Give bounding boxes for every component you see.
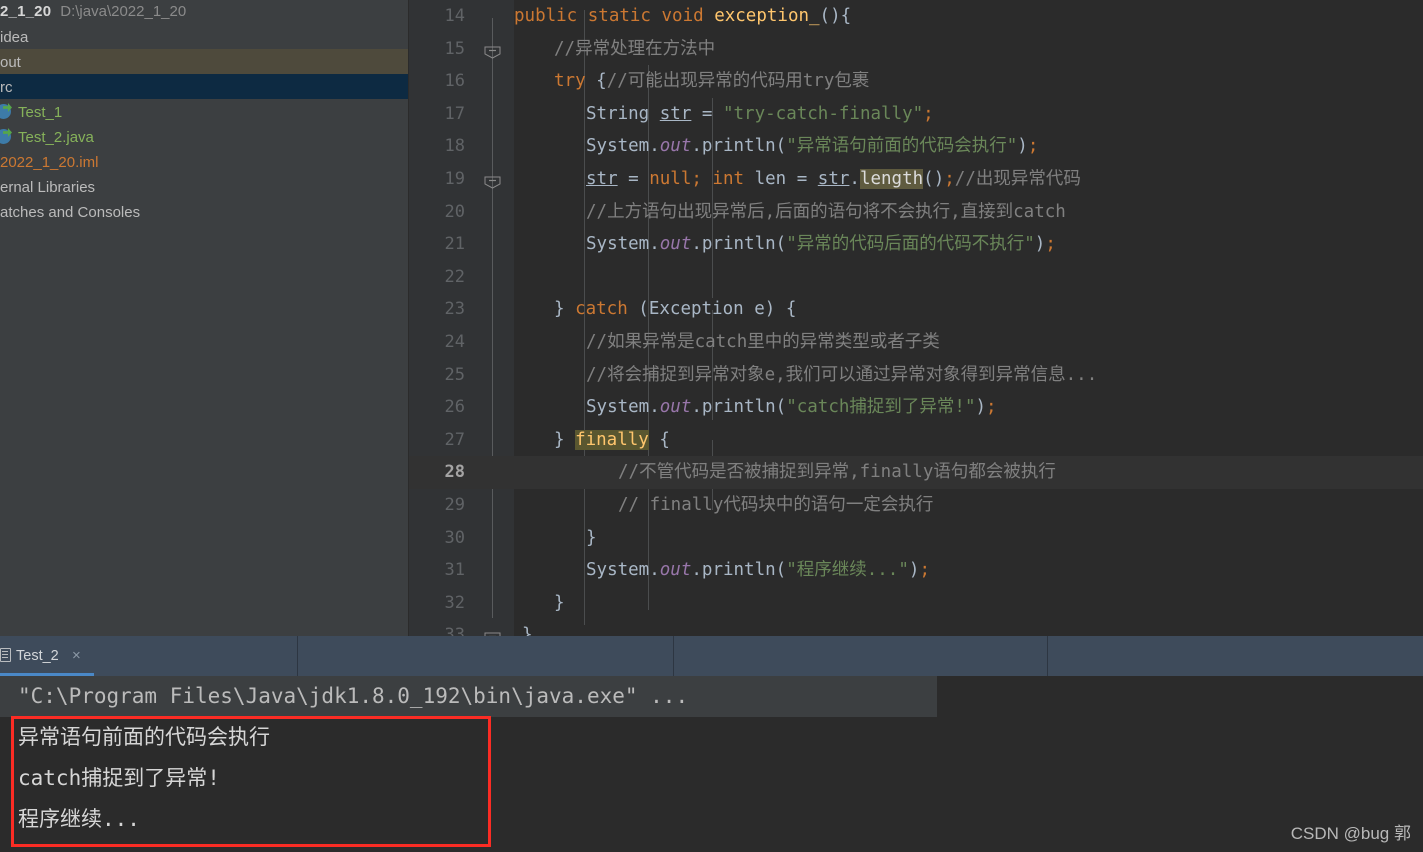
code-text: public static void exception_(){ bbox=[514, 6, 852, 26]
code-line[interactable]: 32 } bbox=[409, 587, 1423, 620]
line-number: 25 bbox=[444, 364, 465, 385]
code-text: str = null; int len = str.length();//出现异… bbox=[586, 169, 1081, 189]
line-number: 22 bbox=[444, 266, 465, 287]
console-output-line: 程序继续... bbox=[18, 807, 140, 831]
run-console[interactable]: "C:\Program Files\Java\jdk1.8.0_192\bin\… bbox=[0, 676, 1423, 852]
code-text: System.out.println("异常语句前面的代码会执行"); bbox=[586, 136, 1039, 157]
run-tool-window-tabbar[interactable]: Test_2 × bbox=[0, 636, 1423, 676]
code-line[interactable]: 24 //如果异常是catch里中的异常类型或者子类 bbox=[409, 326, 1423, 359]
line-number: 19 bbox=[444, 169, 465, 189]
line-number: 21 bbox=[444, 234, 465, 255]
tree-item-label: atches and Consoles bbox=[0, 203, 141, 221]
code-line[interactable]: 18 System.out.println("异常语句前面的代码会执行"); bbox=[409, 130, 1423, 163]
run-tab-label: Test_2 bbox=[16, 648, 59, 664]
code-text: System.out.println("异常的代码后面的代码不执行"); bbox=[586, 234, 1056, 255]
code-editor[interactable]: 14 public static void exception_(){ 15 /… bbox=[409, 0, 1423, 636]
watermark-label: CSDN @bug 郭 bbox=[1290, 824, 1411, 843]
tab-separator bbox=[297, 636, 298, 676]
tree-item-out[interactable]: out bbox=[0, 49, 408, 74]
line-number: 24 bbox=[444, 332, 465, 352]
tree-item-idea[interactable]: idea bbox=[0, 24, 408, 49]
code-line[interactable]: 27 } finally { bbox=[409, 424, 1423, 457]
tab-separator bbox=[1047, 636, 1048, 676]
tab-separator bbox=[673, 636, 674, 676]
fold-marker-icon[interactable] bbox=[484, 10, 501, 59]
tree-item-external-libraries[interactable]: ernal Libraries bbox=[0, 174, 408, 199]
line-number: 31 bbox=[444, 560, 465, 581]
ide-window: 2_1_20 D:\java\2022_1_20 idea out rc Test… bbox=[0, 0, 1423, 852]
run-tab-test-2[interactable]: Test_2 × bbox=[0, 636, 297, 676]
code-text: } bbox=[522, 625, 533, 636]
line-number: 28 bbox=[444, 462, 465, 483]
code-line[interactable]: 31 System.out.println("程序继续..."); bbox=[409, 554, 1423, 587]
code-text: //将会捕捉到异常对象e,我们可以通过异常对象得到异常信息... bbox=[586, 364, 1098, 385]
line-number: 15 bbox=[444, 38, 465, 59]
code-line[interactable]: 15 //异常处理在方法中 bbox=[409, 33, 1423, 66]
code-text: try {//可能出现异常的代码用try包裹 bbox=[554, 71, 870, 92]
java-class-icon bbox=[0, 104, 15, 119]
code-line[interactable]: 23 } catch (Exception e) { bbox=[409, 293, 1423, 636]
line-number: 26 bbox=[444, 397, 465, 418]
code-text: } bbox=[554, 592, 565, 613]
code-line[interactable]: 30 } bbox=[409, 522, 1423, 555]
tree-item-label: Test_1 bbox=[18, 103, 63, 121]
line-number: 23 bbox=[444, 299, 465, 320]
line-number: 16 bbox=[444, 71, 465, 92]
tree-item-project-root[interactable]: 2_1_20 D:\java\2022_1_20 bbox=[0, 0, 408, 24]
code-text: String str = "try-catch-finally"; bbox=[586, 103, 934, 124]
code-text: //异常处理在方法中 bbox=[554, 38, 716, 59]
code-line[interactable]: 17 String str = "try-catch-finally"; bbox=[409, 98, 1423, 131]
code-text: //不管代码是否被捕捉到异常,finally语句都会被执行 bbox=[618, 462, 1056, 483]
line-number: 30 bbox=[444, 527, 465, 548]
tree-item-label: rc bbox=[0, 78, 13, 96]
code-line[interactable]: 19 str = null; int len = str.length();//… bbox=[409, 163, 1423, 196]
java-class-icon bbox=[0, 129, 15, 144]
tree-item-label: out bbox=[0, 53, 21, 71]
code-line-current[interactable]: 28 //不管代码是否被捕捉到异常,finally语句都会被执行 bbox=[409, 456, 1423, 489]
tree-item-src[interactable]: rc bbox=[0, 74, 408, 99]
code-text: } bbox=[586, 527, 597, 548]
code-line[interactable]: 21 System.out.println("异常的代码后面的代码不执行"); bbox=[409, 228, 1423, 261]
close-icon[interactable]: × bbox=[72, 636, 81, 676]
tree-item-label: ernal Libraries bbox=[0, 178, 96, 196]
code-line[interactable]: 16 try {//可能出现异常的代码用try包裹 bbox=[409, 65, 1423, 189]
console-output-line: 异常语句前面的代码会执行 bbox=[18, 725, 270, 749]
code-text: System.out.println("程序继续..."); bbox=[586, 560, 930, 581]
code-text: //如果异常是catch里中的异常类型或者子类 bbox=[586, 332, 940, 352]
code-line[interactable]: 22 bbox=[409, 261, 1423, 294]
line-number: 20 bbox=[444, 201, 465, 222]
project-tool-window[interactable]: 2_1_20 D:\java\2022_1_20 idea out rc Test… bbox=[0, 0, 408, 636]
code-line[interactable]: 33 } bbox=[409, 619, 1423, 636]
tree-item-label: idea bbox=[0, 28, 29, 46]
code-line[interactable]: 25 //将会捕捉到异常对象e,我们可以通过异常对象得到异常信息... bbox=[409, 359, 1423, 392]
code-line[interactable]: 29 // finally代码块中的语句一定会执行 bbox=[409, 489, 1423, 522]
tree-item-scratches-and-consoles[interactable]: atches and Consoles bbox=[0, 199, 408, 224]
code-text: } catch (Exception e) { bbox=[554, 299, 797, 320]
line-number: 29 bbox=[444, 495, 465, 515]
line-number: 17 bbox=[444, 103, 465, 124]
tree-item-label: Test_2.java bbox=[18, 128, 94, 146]
code-line[interactable]: 20 //上方语句出现异常后,后面的语句将不会执行,直接到catch bbox=[409, 196, 1423, 229]
console-output-line: catch捕捉到了异常! bbox=[18, 766, 220, 790]
tree-item-test-2[interactable]: Test_2.java bbox=[0, 124, 408, 149]
code-text: //上方语句出现异常后,后面的语句将不会执行,直接到catch bbox=[586, 201, 1066, 222]
console-icon bbox=[0, 648, 11, 662]
code-line[interactable]: 14 public static void exception_(){ bbox=[409, 0, 1423, 59]
code-text: // finally代码块中的语句一定会执行 bbox=[618, 495, 934, 515]
line-number: 27 bbox=[444, 429, 465, 450]
line-number: 32 bbox=[444, 592, 465, 613]
code-text: } finally { bbox=[554, 429, 670, 450]
line-number: 33 bbox=[444, 625, 465, 636]
project-root-label: 2_1_20 bbox=[0, 3, 52, 20]
tree-item-iml[interactable]: 2022_1_20.iml bbox=[0, 149, 408, 174]
line-number: 18 bbox=[444, 136, 465, 157]
tree-item-label: 2022_1_20.iml bbox=[0, 153, 99, 171]
console-command-line: "C:\Program Files\Java\jdk1.8.0_192\bin\… bbox=[0, 676, 937, 717]
line-number: 14 bbox=[444, 6, 465, 26]
tree-item-test-1[interactable]: Test_1 bbox=[0, 99, 408, 124]
code-text: System.out.println("catch捕捉到了异常!"); bbox=[586, 397, 997, 418]
project-root-path: D:\java\2022_1_20 bbox=[60, 3, 187, 20]
code-line[interactable]: 26 System.out.println("catch捕捉到了异常!"); bbox=[409, 391, 1423, 424]
